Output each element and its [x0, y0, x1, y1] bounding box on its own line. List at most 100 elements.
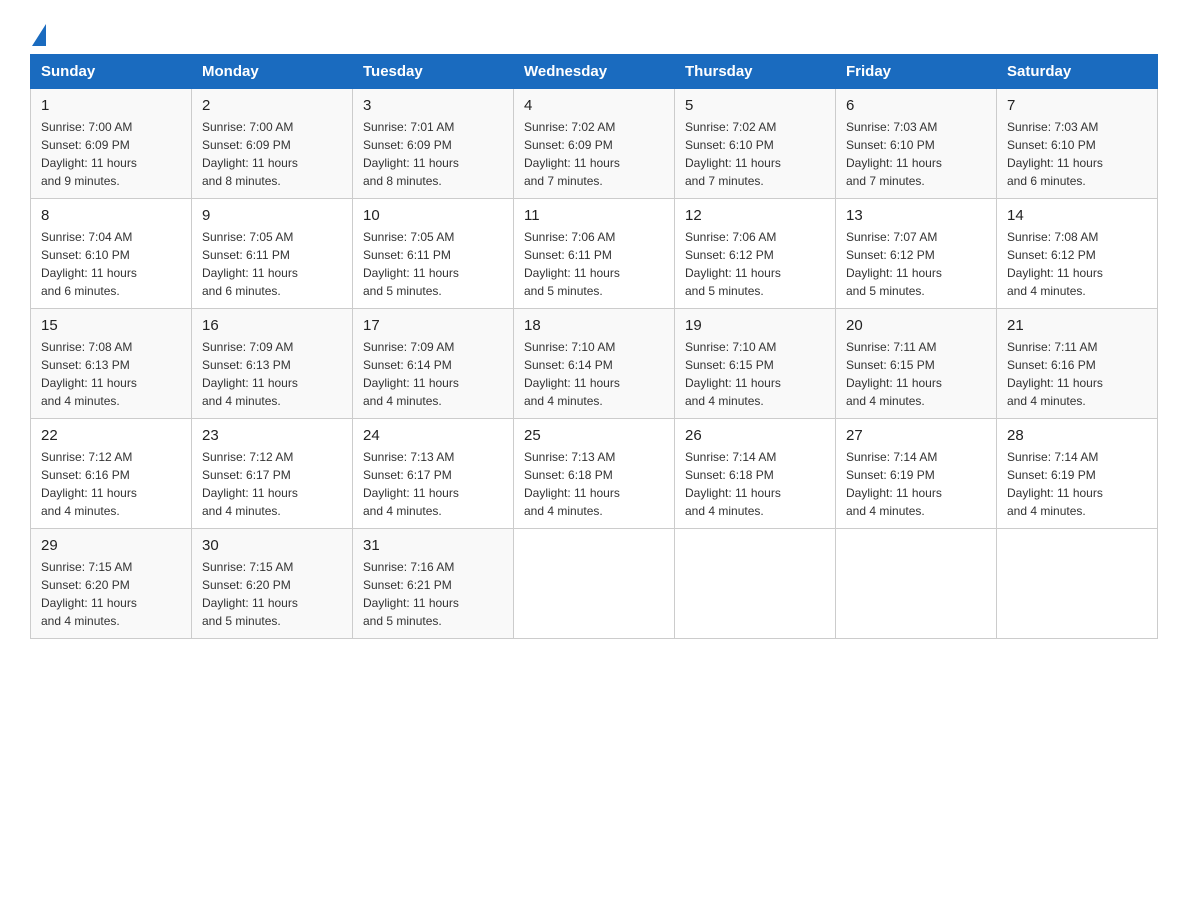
day-info: Sunrise: 7:04 AMSunset: 6:10 PMDaylight:… — [41, 228, 181, 300]
day-info: Sunrise: 7:03 AMSunset: 6:10 PMDaylight:… — [846, 118, 986, 190]
calendar-cell: 19 Sunrise: 7:10 AMSunset: 6:15 PMDaylig… — [675, 309, 836, 419]
day-number: 18 — [524, 317, 664, 334]
calendar-cell — [836, 529, 997, 639]
calendar-cell: 13 Sunrise: 7:07 AMSunset: 6:12 PMDaylig… — [836, 199, 997, 309]
calendar-cell: 7 Sunrise: 7:03 AMSunset: 6:10 PMDayligh… — [997, 89, 1158, 199]
day-info: Sunrise: 7:13 AMSunset: 6:17 PMDaylight:… — [363, 448, 503, 520]
day-number: 2 — [202, 97, 342, 114]
calendar-cell: 22 Sunrise: 7:12 AMSunset: 6:16 PMDaylig… — [31, 419, 192, 529]
calendar-cell: 9 Sunrise: 7:05 AMSunset: 6:11 PMDayligh… — [192, 199, 353, 309]
calendar-cell: 24 Sunrise: 7:13 AMSunset: 6:17 PMDaylig… — [353, 419, 514, 529]
calendar-cell: 31 Sunrise: 7:16 AMSunset: 6:21 PMDaylig… — [353, 529, 514, 639]
calendar-cell: 2 Sunrise: 7:00 AMSunset: 6:09 PMDayligh… — [192, 89, 353, 199]
day-number: 14 — [1007, 207, 1147, 224]
day-number: 19 — [685, 317, 825, 334]
calendar-cell: 29 Sunrise: 7:15 AMSunset: 6:20 PMDaylig… — [31, 529, 192, 639]
day-info: Sunrise: 7:11 AMSunset: 6:15 PMDaylight:… — [846, 338, 986, 410]
day-number: 6 — [846, 97, 986, 114]
calendar-cell — [514, 529, 675, 639]
calendar-cell: 8 Sunrise: 7:04 AMSunset: 6:10 PMDayligh… — [31, 199, 192, 309]
calendar-cell: 4 Sunrise: 7:02 AMSunset: 6:09 PMDayligh… — [514, 89, 675, 199]
day-info: Sunrise: 7:03 AMSunset: 6:10 PMDaylight:… — [1007, 118, 1147, 190]
day-info: Sunrise: 7:16 AMSunset: 6:21 PMDaylight:… — [363, 558, 503, 630]
day-info: Sunrise: 7:05 AMSunset: 6:11 PMDaylight:… — [202, 228, 342, 300]
weekday-header-monday: Monday — [192, 55, 353, 89]
day-number: 21 — [1007, 317, 1147, 334]
day-number: 26 — [685, 427, 825, 444]
calendar-cell: 10 Sunrise: 7:05 AMSunset: 6:11 PMDaylig… — [353, 199, 514, 309]
day-number: 12 — [685, 207, 825, 224]
day-info: Sunrise: 7:09 AMSunset: 6:13 PMDaylight:… — [202, 338, 342, 410]
day-number: 30 — [202, 537, 342, 554]
day-number: 16 — [202, 317, 342, 334]
calendar-week-row: 1 Sunrise: 7:00 AMSunset: 6:09 PMDayligh… — [31, 89, 1158, 199]
weekday-header-thursday: Thursday — [675, 55, 836, 89]
calendar-cell: 12 Sunrise: 7:06 AMSunset: 6:12 PMDaylig… — [675, 199, 836, 309]
day-info: Sunrise: 7:14 AMSunset: 6:18 PMDaylight:… — [685, 448, 825, 520]
day-number: 4 — [524, 97, 664, 114]
day-number: 9 — [202, 207, 342, 224]
day-info: Sunrise: 7:14 AMSunset: 6:19 PMDaylight:… — [1007, 448, 1147, 520]
day-number: 10 — [363, 207, 503, 224]
calendar-week-row: 15 Sunrise: 7:08 AMSunset: 6:13 PMDaylig… — [31, 309, 1158, 419]
day-info: Sunrise: 7:07 AMSunset: 6:12 PMDaylight:… — [846, 228, 986, 300]
calendar-cell: 14 Sunrise: 7:08 AMSunset: 6:12 PMDaylig… — [997, 199, 1158, 309]
logo — [30, 24, 46, 44]
day-info: Sunrise: 7:02 AMSunset: 6:10 PMDaylight:… — [685, 118, 825, 190]
calendar-cell: 15 Sunrise: 7:08 AMSunset: 6:13 PMDaylig… — [31, 309, 192, 419]
day-number: 7 — [1007, 97, 1147, 114]
day-number: 3 — [363, 97, 503, 114]
day-info: Sunrise: 7:02 AMSunset: 6:09 PMDaylight:… — [524, 118, 664, 190]
day-number: 24 — [363, 427, 503, 444]
calendar-cell: 23 Sunrise: 7:12 AMSunset: 6:17 PMDaylig… — [192, 419, 353, 529]
day-info: Sunrise: 7:00 AMSunset: 6:09 PMDaylight:… — [41, 118, 181, 190]
weekday-header-saturday: Saturday — [997, 55, 1158, 89]
weekday-header-wednesday: Wednesday — [514, 55, 675, 89]
day-number: 27 — [846, 427, 986, 444]
day-info: Sunrise: 7:13 AMSunset: 6:18 PMDaylight:… — [524, 448, 664, 520]
calendar-cell: 25 Sunrise: 7:13 AMSunset: 6:18 PMDaylig… — [514, 419, 675, 529]
day-number: 28 — [1007, 427, 1147, 444]
calendar-cell — [675, 529, 836, 639]
calendar-cell: 18 Sunrise: 7:10 AMSunset: 6:14 PMDaylig… — [514, 309, 675, 419]
day-info: Sunrise: 7:01 AMSunset: 6:09 PMDaylight:… — [363, 118, 503, 190]
day-info: Sunrise: 7:15 AMSunset: 6:20 PMDaylight:… — [202, 558, 342, 630]
day-info: Sunrise: 7:14 AMSunset: 6:19 PMDaylight:… — [846, 448, 986, 520]
day-number: 20 — [846, 317, 986, 334]
calendar-week-row: 29 Sunrise: 7:15 AMSunset: 6:20 PMDaylig… — [31, 529, 1158, 639]
day-number: 15 — [41, 317, 181, 334]
day-number: 23 — [202, 427, 342, 444]
calendar-cell: 11 Sunrise: 7:06 AMSunset: 6:11 PMDaylig… — [514, 199, 675, 309]
calendar-cell: 5 Sunrise: 7:02 AMSunset: 6:10 PMDayligh… — [675, 89, 836, 199]
day-number: 29 — [41, 537, 181, 554]
calendar-table: SundayMondayTuesdayWednesdayThursdayFrid… — [30, 54, 1158, 639]
day-info: Sunrise: 7:05 AMSunset: 6:11 PMDaylight:… — [363, 228, 503, 300]
calendar-week-row: 22 Sunrise: 7:12 AMSunset: 6:16 PMDaylig… — [31, 419, 1158, 529]
day-number: 22 — [41, 427, 181, 444]
calendar-cell: 16 Sunrise: 7:09 AMSunset: 6:13 PMDaylig… — [192, 309, 353, 419]
day-number: 8 — [41, 207, 181, 224]
day-info: Sunrise: 7:08 AMSunset: 6:13 PMDaylight:… — [41, 338, 181, 410]
day-info: Sunrise: 7:06 AMSunset: 6:12 PMDaylight:… — [685, 228, 825, 300]
day-info: Sunrise: 7:00 AMSunset: 6:09 PMDaylight:… — [202, 118, 342, 190]
day-info: Sunrise: 7:12 AMSunset: 6:17 PMDaylight:… — [202, 448, 342, 520]
day-info: Sunrise: 7:10 AMSunset: 6:14 PMDaylight:… — [524, 338, 664, 410]
calendar-cell — [997, 529, 1158, 639]
page-header — [30, 24, 1158, 44]
day-info: Sunrise: 7:11 AMSunset: 6:16 PMDaylight:… — [1007, 338, 1147, 410]
day-number: 31 — [363, 537, 503, 554]
calendar-cell: 1 Sunrise: 7:00 AMSunset: 6:09 PMDayligh… — [31, 89, 192, 199]
day-info: Sunrise: 7:12 AMSunset: 6:16 PMDaylight:… — [41, 448, 181, 520]
day-number: 11 — [524, 207, 664, 224]
calendar-cell: 20 Sunrise: 7:11 AMSunset: 6:15 PMDaylig… — [836, 309, 997, 419]
calendar-cell: 17 Sunrise: 7:09 AMSunset: 6:14 PMDaylig… — [353, 309, 514, 419]
calendar-cell: 30 Sunrise: 7:15 AMSunset: 6:20 PMDaylig… — [192, 529, 353, 639]
calendar-cell: 27 Sunrise: 7:14 AMSunset: 6:19 PMDaylig… — [836, 419, 997, 529]
calendar-cell: 6 Sunrise: 7:03 AMSunset: 6:10 PMDayligh… — [836, 89, 997, 199]
weekday-header-row: SundayMondayTuesdayWednesdayThursdayFrid… — [31, 55, 1158, 89]
calendar-cell: 21 Sunrise: 7:11 AMSunset: 6:16 PMDaylig… — [997, 309, 1158, 419]
calendar-cell: 28 Sunrise: 7:14 AMSunset: 6:19 PMDaylig… — [997, 419, 1158, 529]
calendar-week-row: 8 Sunrise: 7:04 AMSunset: 6:10 PMDayligh… — [31, 199, 1158, 309]
weekday-header-tuesday: Tuesday — [353, 55, 514, 89]
weekday-header-sunday: Sunday — [31, 55, 192, 89]
